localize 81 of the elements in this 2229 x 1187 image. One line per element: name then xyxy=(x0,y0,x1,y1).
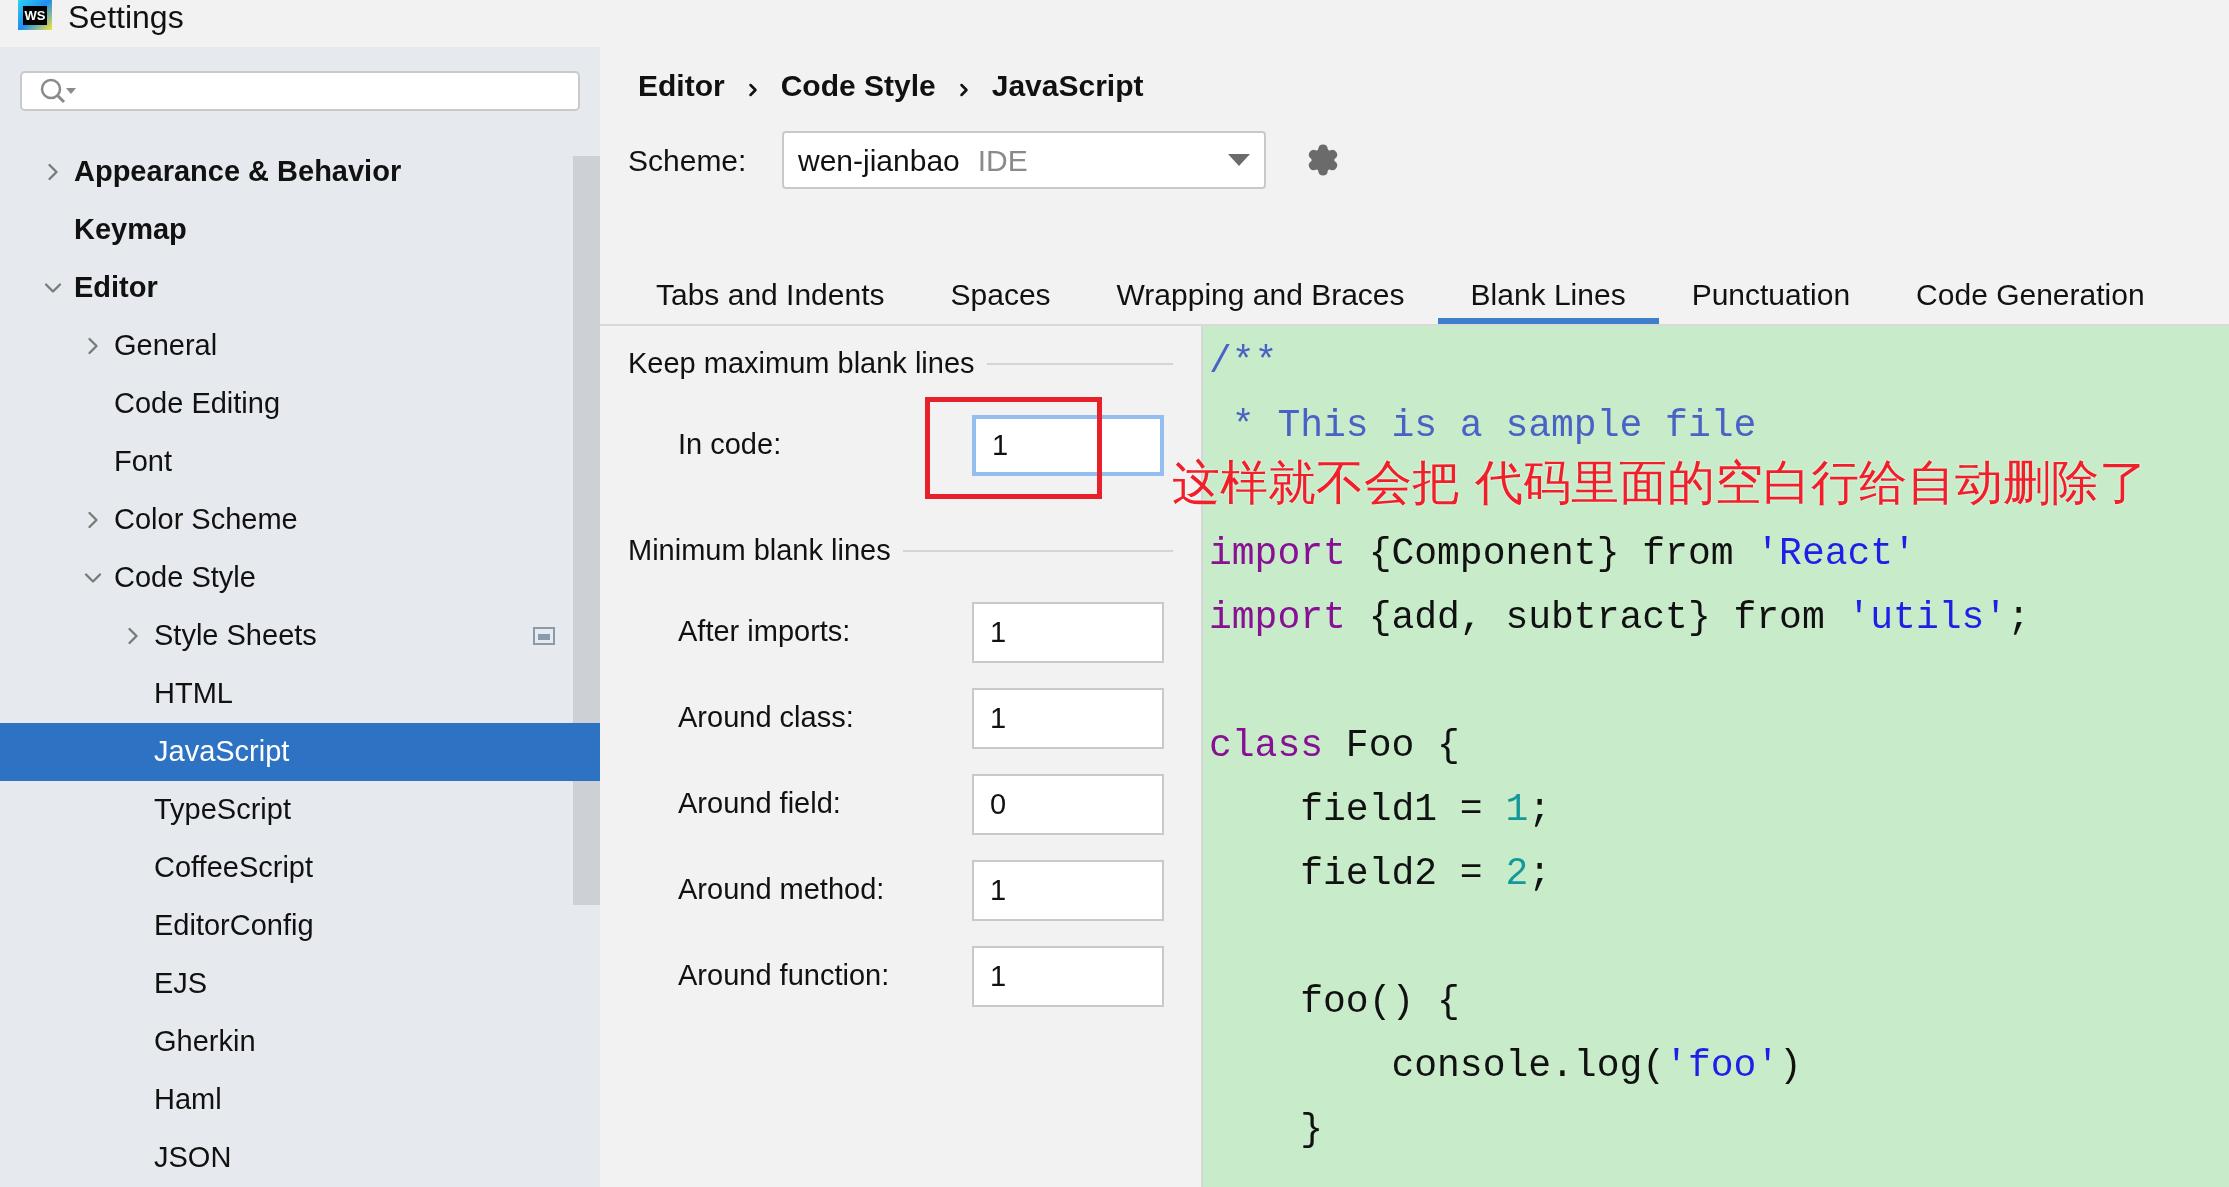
field-label: Around method: xyxy=(678,872,886,908)
tree-item-label: HTML xyxy=(154,676,233,712)
code-line: import {add, subtract} from 'utils'; xyxy=(1209,594,2031,641)
tree-item-label: Code Style xyxy=(114,560,256,596)
tab[interactable]: Spaces xyxy=(917,264,1084,324)
tree-item[interactable]: Font xyxy=(0,433,600,491)
tree-item[interactable]: HTML xyxy=(0,665,600,723)
tree-item-label: JSON xyxy=(154,1140,232,1176)
annotation-text: 这样就不会把 代码里面的空白行给自动删除了 xyxy=(1172,453,2148,512)
number-field[interactable]: 1 xyxy=(972,687,1164,749)
tree-item[interactable]: Style Sheets xyxy=(0,607,600,665)
breadcrumb-item[interactable]: Editor xyxy=(638,63,725,108)
tree-item-label: EJS xyxy=(154,966,208,1002)
window-title: Settings xyxy=(68,0,184,34)
tree-item[interactable]: CoffeeScript xyxy=(0,839,600,897)
settings-button[interactable] xyxy=(1306,143,1340,177)
search-field[interactable] xyxy=(20,71,580,111)
tree-item-label: General xyxy=(114,328,218,364)
tree-item[interactable]: Color Scheme xyxy=(0,491,600,549)
breadcrumb-item[interactable]: Code Style xyxy=(780,63,936,108)
logo-text: WS xyxy=(22,5,48,25)
number-field[interactable]: 1 xyxy=(972,601,1164,663)
tree-item[interactable]: Keymap xyxy=(0,201,600,259)
code-line: /** xyxy=(1209,338,1279,385)
scheme-dropdown[interactable]: wen-jianbao IDE xyxy=(782,131,1266,189)
code-line: class Foo { xyxy=(1209,722,1461,769)
scheme-tag: IDE xyxy=(977,137,1028,183)
tab[interactable]: Wrapping and Braces xyxy=(1083,264,1438,324)
code-line: field2 = 2; xyxy=(1299,850,1553,897)
code-line: import {Component} from 'React' xyxy=(1209,530,1917,577)
tree-item[interactable]: EditorConfig xyxy=(0,897,600,955)
tree-item-label: CoffeeScript xyxy=(154,850,314,886)
tree-item-label: Gherkin xyxy=(154,1024,256,1060)
scheme-value: wen-jianbao xyxy=(798,142,960,179)
code-line: } xyxy=(1299,1106,1325,1153)
tab[interactable]: Tabs and Indents xyxy=(623,264,918,324)
tree-item-label: Style Sheets xyxy=(154,618,317,654)
number-field[interactable]: 1 xyxy=(972,859,1164,921)
field-label: Around function: xyxy=(678,958,891,994)
code-line: foo() { xyxy=(1299,978,1461,1025)
tree-item[interactable]: Editor xyxy=(0,259,600,317)
code-line: console.log('foo') xyxy=(1390,1042,1803,1089)
section-title: Minimum blank lines xyxy=(628,533,891,569)
tree-item-label: Font xyxy=(114,444,173,480)
field-label: After imports: xyxy=(678,614,852,650)
tree-item[interactable]: TypeScript xyxy=(0,781,600,839)
scrollbar-thumb[interactable] xyxy=(573,156,600,905)
tree-item-label: Code Editing xyxy=(114,386,281,422)
dropdown-caret-icon xyxy=(1228,154,1250,166)
tree-item-label: Keymap xyxy=(74,212,187,248)
tree-item-label: Color Scheme xyxy=(114,502,298,538)
field-label: Around field: xyxy=(678,786,842,822)
tree-item[interactable]: Appearance & Behavior xyxy=(0,143,600,201)
tree-item[interactable]: Haml xyxy=(0,1071,600,1129)
number-field[interactable]: 1 xyxy=(972,414,1164,476)
tree-item-label: JavaScript xyxy=(154,734,290,770)
tree-item[interactable]: JavaScript xyxy=(0,723,600,781)
tree-item[interactable]: Gherkin xyxy=(0,1013,600,1071)
tree-item[interactable]: Code Editing xyxy=(0,375,600,433)
tree-item[interactable]: General xyxy=(0,317,600,375)
search-icon xyxy=(38,76,78,106)
field-label: In code: xyxy=(678,427,783,463)
tree-item[interactable]: Code Style xyxy=(0,549,600,607)
number-field[interactable]: 0 xyxy=(972,773,1164,835)
code-line: * This is a sample file xyxy=(1230,402,1758,449)
tab[interactable]: Punctuation xyxy=(1658,264,1884,324)
field-label: Around class: xyxy=(678,700,855,736)
settings-icon xyxy=(1306,143,1340,177)
tree-item-label: EditorConfig xyxy=(154,908,314,944)
tree-item-label: Haml xyxy=(154,1082,222,1118)
breadcrumb-item[interactable]: JavaScript xyxy=(991,63,1144,108)
tree-item[interactable]: JSON xyxy=(0,1129,600,1187)
tab[interactable]: Code Generation xyxy=(1883,264,2178,324)
scheme-label: Scheme: xyxy=(628,142,748,179)
tree-item[interactable]: EJS xyxy=(0,955,600,1013)
tree-item-label: Editor xyxy=(74,270,158,306)
section-title: Keep maximum blank lines xyxy=(628,346,975,382)
number-field[interactable]: 1 xyxy=(972,945,1164,1007)
tree-item-label: Appearance & Behavior xyxy=(74,154,402,190)
tree-item-label: TypeScript xyxy=(154,792,291,828)
code-line: field1 = 1; xyxy=(1299,786,1553,833)
